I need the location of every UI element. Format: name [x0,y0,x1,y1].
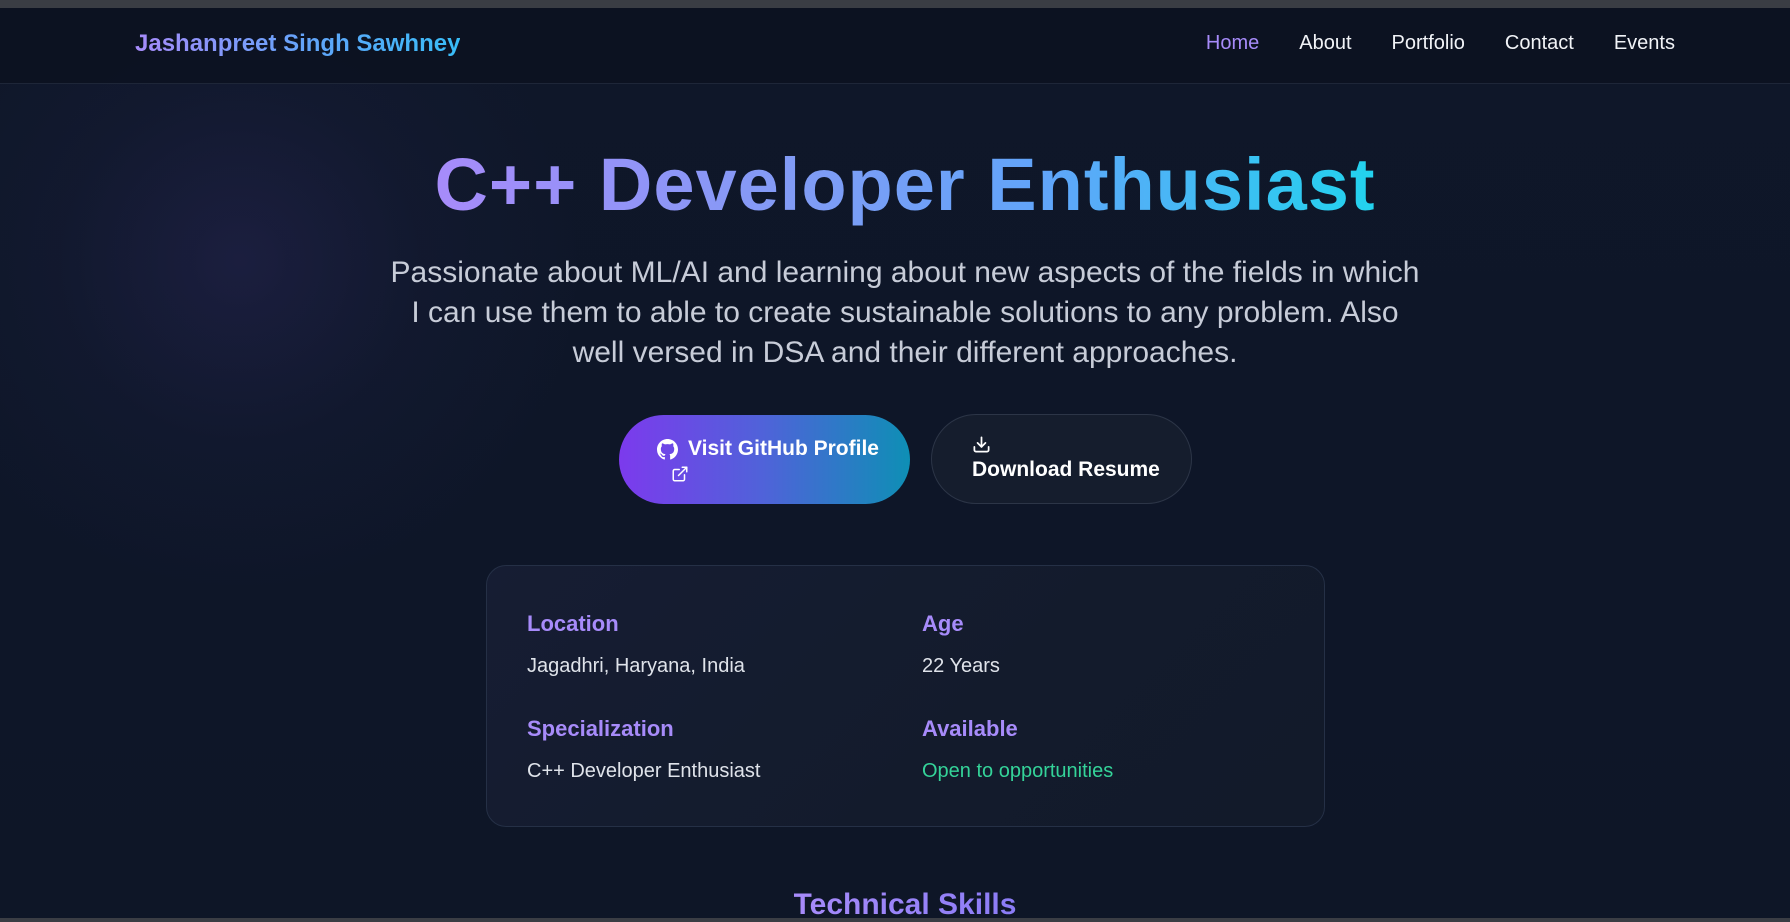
download-icon [972,435,1191,454]
browser-top-edge [0,0,1790,8]
visit-github-row: Visit GitHub Profile [657,437,910,461]
info-card: Location Jagadhri, Haryana, India Age 22… [486,565,1325,827]
nav-link-home[interactable]: Home [1206,32,1259,55]
info-available: Available Open to opportunities [922,716,1113,783]
technical-skills-heading-text: Technical Skills [793,888,1017,921]
hero-title-text: C++ Developer Enthusiast [434,143,1376,226]
info-location: Location Jagadhri, Haryana, India [527,611,745,678]
info-age-value: 22 Years [922,655,1000,677]
browser-bottom-edge [0,918,1790,922]
github-icon [657,438,678,460]
download-resume-button[interactable]: Download Resume [931,414,1192,504]
info-available-label: Available [922,716,1018,741]
external-link-icon [671,465,910,483]
hero-title: C++ Developer Enthusiast [0,142,1790,227]
nav-link-portfolio[interactable]: Portfolio [1392,32,1465,55]
info-age-label: Age [922,611,964,636]
info-location-value: Jagadhri, Haryana, India [527,655,745,677]
nav-link-about[interactable]: About [1299,32,1351,55]
info-specialization-value: C++ Developer Enthusiast [527,760,761,782]
info-specialization-label: Specialization [527,716,674,741]
info-available-value: Open to opportunities [922,760,1114,782]
info-age: Age 22 Years [922,611,1000,678]
visit-github-button[interactable]: Visit GitHub Profile [619,415,910,504]
info-location-label: Location [527,611,619,636]
nav-link-contact[interactable]: Contact [1505,32,1574,55]
visit-github-label: Visit GitHub Profile [688,437,879,460]
nav-link-events[interactable]: Events [1614,32,1675,55]
page: Jashanpreet Singh Sawhney Home About Por… [0,0,1790,922]
info-specialization: Specialization C++ Developer Enthusiast [527,716,760,783]
navbar: Jashanpreet Singh Sawhney Home About Por… [0,8,1790,84]
technical-skills-heading: Technical Skills [0,888,1790,922]
nav-links: Home About Portfolio Contact Events [1206,32,1675,55]
download-resume-label: Download Resume [972,458,1160,481]
hero-subtitle: Passionate about ML/AI and learning abou… [390,256,1420,369]
brand-logo-text[interactable]: Jashanpreet Singh Sawhney [135,30,460,58]
